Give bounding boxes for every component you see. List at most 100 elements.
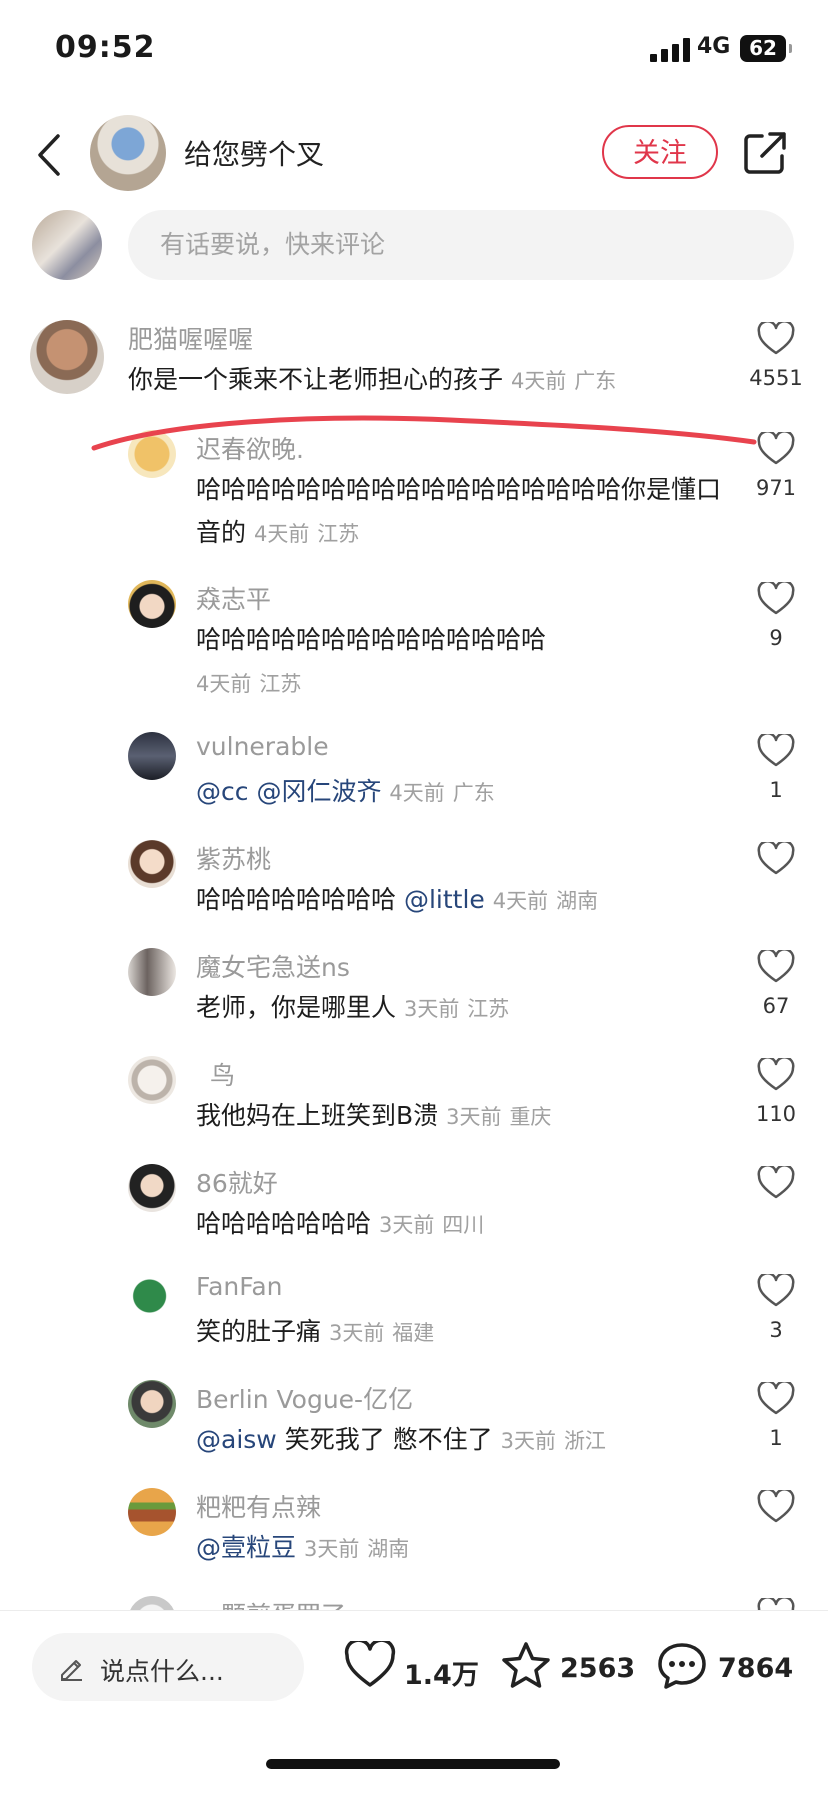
battery-icon: 62 [740, 35, 792, 62]
author-name[interactable]: 给您劈个叉 [184, 133, 324, 173]
like-button[interactable] [748, 842, 804, 876]
commenter-avatar[interactable] [128, 1380, 176, 1428]
comment-item: 肥猫喔喔喔 你是一个乘来不让老师担心的孩子 4天前 广东 4551 [0, 300, 828, 400]
favorite-total: 2563 [560, 1653, 636, 1684]
comment-text[interactable]: 你是一个乘来不让老师担心的孩子 4天前 广东 [128, 358, 728, 403]
share-icon[interactable] [740, 128, 790, 178]
chat-bubble-icon [658, 1643, 706, 1689]
like-button[interactable]: 67 [748, 950, 804, 1018]
like-stat[interactable]: 1.4万 [344, 1641, 479, 1697]
mention-link[interactable]: @冈仁波齐 [256, 777, 381, 806]
comment-text[interactable]: @cc @冈仁波齐 4天前 广东 [196, 770, 741, 815]
comment-text[interactable]: 哈哈哈哈哈哈哈哈哈哈哈哈哈哈 4天前 江苏 [196, 618, 741, 706]
like-count: 9 [769, 626, 783, 650]
heart-icon [344, 1641, 396, 1687]
status-bar: 09:52 4G 62 [0, 0, 828, 100]
mention-link[interactable]: @cc [196, 777, 249, 806]
like-count: 1 [769, 778, 783, 802]
comment-body: 笑的肚子痛 [196, 1317, 322, 1346]
comment-text[interactable]: 哈哈哈哈哈哈哈哈哈哈哈哈哈哈哈哈哈你是懂口音的 4天前 江苏 [196, 468, 741, 556]
status-time: 09:52 [55, 30, 156, 65]
commenter-name[interactable]: 魔女宅急送ns [196, 948, 350, 984]
my-avatar [32, 210, 102, 280]
heart-icon [757, 1598, 795, 1610]
like-button[interactable]: 1 [748, 1382, 804, 1450]
comment-text[interactable]: 哈哈哈哈哈哈哈哈 @little 4天前 湖南 [196, 878, 741, 923]
like-count: 4551 [749, 366, 803, 390]
red-annotation-line [91, 415, 757, 451]
commenter-avatar[interactable] [128, 1056, 176, 1104]
mention-link[interactable]: @aisw [196, 1425, 277, 1454]
say-something-input[interactable]: 说点什么... [32, 1633, 304, 1701]
commenter-avatar[interactable] [128, 1164, 176, 1212]
commenter-name[interactable]: 猋志平 [196, 580, 271, 616]
commenter-name[interactable]: 粑粑有点辣 [196, 1488, 321, 1524]
like-button[interactable]: 1 [748, 734, 804, 802]
commenter-avatar[interactable] [128, 580, 176, 628]
mention-link[interactable]: @壹粒豆 [196, 1533, 296, 1562]
like-button[interactable] [748, 1598, 804, 1610]
like-button[interactable]: 9 [748, 582, 804, 650]
favorite-stat[interactable]: 2563 [500, 1641, 640, 1697]
reply-item: FanFan 笑的肚子痛 3天前 福建 3 [0, 1270, 828, 1370]
signal-icon [650, 38, 692, 62]
commenter-name[interactable]: 鸟 [210, 1056, 235, 1092]
commenter-avatar[interactable] [128, 948, 176, 996]
commenter-avatar[interactable] [128, 1488, 176, 1536]
reply-item: Berlin Vogue-亿亿 @aisw 笑死我了 憋不住了 3天前 浙江 1 [0, 1378, 828, 1478]
say-something-label: 说点什么... [100, 1657, 224, 1686]
comment-text[interactable]: 老师，你是哪里人 3天前 江苏 [196, 986, 741, 1031]
comment-stat[interactable]: 7864 [656, 1641, 796, 1697]
commenter-name[interactable]: 紫苏桃 [196, 840, 271, 876]
commenter-name[interactable]: Berlin Vogue-亿亿 [196, 1380, 413, 1416]
commenter-name[interactable]: 一颗煎蛋罢了 [196, 1596, 346, 1610]
like-button[interactable]: 3 [748, 1274, 804, 1342]
like-button[interactable]: 4551 [748, 322, 804, 390]
commenter-avatar[interactable] [128, 840, 176, 888]
home-indicator [266, 1759, 560, 1769]
commenter-avatar[interactable] [30, 320, 104, 394]
comment-time: 3天前 [378, 1213, 435, 1237]
comment-time: 3天前 [303, 1537, 360, 1561]
heart-icon [757, 950, 795, 983]
comment-time: 3天前 [328, 1321, 385, 1345]
comment-region: 湖南 [556, 889, 599, 913]
commenter-name[interactable]: FanFan [196, 1272, 283, 1301]
comment-region: 江苏 [259, 672, 302, 696]
comment-total: 7864 [718, 1653, 794, 1684]
bottom-bar: 说点什么... 1.4万 2563 7864 [0, 1610, 828, 1793]
reply-item: 86就好 哈哈哈哈哈哈哈 3天前 四川 [0, 1162, 828, 1262]
like-button[interactable] [748, 1490, 804, 1524]
commenter-avatar[interactable] [128, 732, 176, 780]
like-button[interactable]: 110 [748, 1058, 804, 1126]
reply-item: 猋志平 哈哈哈哈哈哈哈哈哈哈哈哈哈哈 4天前 江苏 9 [0, 578, 828, 698]
comment-text[interactable]: @aisw 笑死我了 憋不住了 3天前 浙江 [196, 1418, 741, 1463]
author-avatar[interactable] [90, 115, 166, 191]
comment-input[interactable]: 有话要说，快来评论 [128, 210, 794, 280]
comment-text[interactable]: 哈哈哈哈哈哈哈 3天前 四川 [196, 1202, 741, 1247]
comment-region: 江苏 [467, 997, 510, 1021]
comment-body: 笑死我了 憋不住了 [284, 1425, 493, 1454]
commenter-avatar[interactable] [128, 1272, 176, 1320]
comment-text[interactable]: @壹粒豆 3天前 湖南 [196, 1526, 741, 1571]
commenter-name[interactable]: 肥猫喔喔喔 [128, 320, 253, 356]
comment-region: 浙江 [563, 1429, 606, 1453]
like-button[interactable] [748, 1166, 804, 1200]
follow-button[interactable]: 关注 [602, 125, 718, 179]
comment-body: 你是一个乘来不让老师担心的孩子 [128, 365, 504, 394]
comment-text[interactable]: 笑的肚子痛 3天前 福建 [196, 1310, 741, 1355]
commenter-name[interactable]: 86就好 [196, 1164, 278, 1200]
back-icon[interactable] [30, 130, 70, 180]
comment-region: 广东 [574, 369, 617, 393]
reply-item: vulnerable @cc @冈仁波齐 4天前 广东 1 [0, 730, 828, 830]
heart-icon [757, 582, 795, 615]
comment-text[interactable]: 我他妈在上班笑到B溃 3天前 重庆 [196, 1094, 741, 1139]
commenter-name[interactable]: vulnerable [196, 732, 329, 761]
comment-body: 哈哈哈哈哈哈哈哈 [196, 885, 397, 914]
comment-region: 重庆 [509, 1105, 552, 1129]
comment-region: 福建 [392, 1321, 435, 1345]
like-total: 1.4万 [404, 1660, 479, 1691]
commenter-avatar[interactable] [128, 1596, 176, 1610]
mention-link[interactable]: @little [404, 885, 485, 914]
comment-time: 3天前 [446, 1105, 502, 1129]
